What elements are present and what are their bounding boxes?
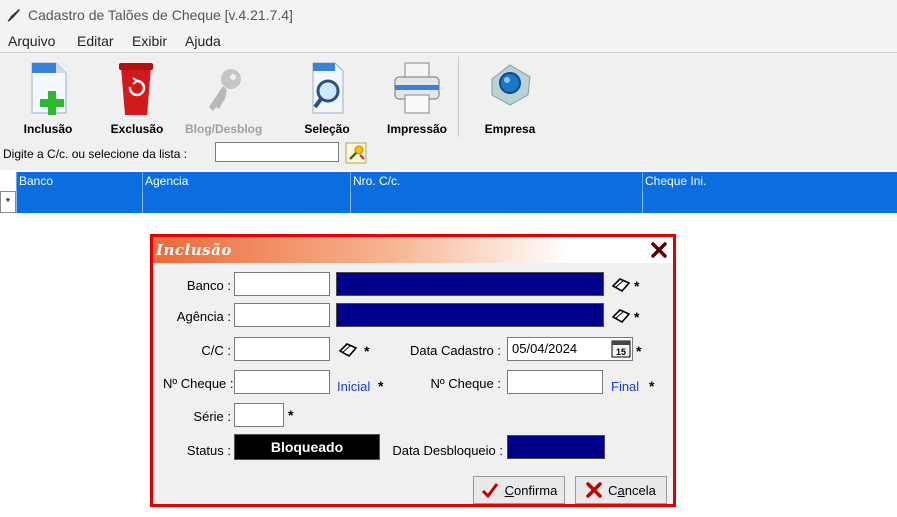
cell-cheque-ini[interactable] xyxy=(642,191,897,213)
cheque-ini-input[interactable] xyxy=(234,370,330,394)
close-icon[interactable] xyxy=(649,240,669,260)
cheque-ini-label: Nº Cheque : xyxy=(163,376,234,391)
search-label: Digite a C/c. ou selecione da lista : xyxy=(3,147,188,161)
col-agencia[interactable]: Agencia xyxy=(142,172,350,191)
cc-search-input[interactable] xyxy=(215,142,339,162)
toolbar: Inclusão Exclusão Blog/Desblog Seleção I… xyxy=(0,52,897,142)
search-document-icon xyxy=(312,62,344,114)
agencia-label: Agência : xyxy=(176,309,231,324)
cancela-button[interactable]: Cancela xyxy=(575,476,667,504)
menu-arquivo[interactable]: Arquivo xyxy=(8,33,55,49)
data-desbloqueio-label: Data Desbloqueio : xyxy=(392,443,503,458)
app-pen-icon xyxy=(7,9,20,22)
blog-desblog-label: Blog/Desblog xyxy=(185,122,263,136)
cancela-label-pre: C xyxy=(608,482,618,498)
cheque-fim-required-mark: * xyxy=(649,378,655,394)
data-desbloqueio-display xyxy=(507,435,605,459)
status-label: Status : xyxy=(186,443,231,458)
trash-icon xyxy=(119,63,153,115)
search-row: Digite a C/c. ou selecione da lista : xyxy=(0,140,897,170)
cell-agencia[interactable] xyxy=(142,191,350,213)
confirma-accelerator: C xyxy=(504,482,515,498)
title-bar: Cadastro de Talões de Cheque [v.4.21.7.4… xyxy=(0,0,897,30)
menu-bar: Arquivo Editar Exibir Ajuda xyxy=(0,30,897,52)
inicial-label: Inicial xyxy=(337,379,371,394)
col-cheque-ini[interactable]: Cheque Ini. xyxy=(642,172,897,191)
empresa-label: Empresa xyxy=(484,122,536,136)
serie-required-mark: * xyxy=(288,407,294,423)
menu-ajuda[interactable]: Ajuda xyxy=(185,33,221,49)
impressao-button[interactable]: Impressão xyxy=(379,57,455,137)
serie-input[interactable] xyxy=(234,403,284,427)
grid-header-indicator xyxy=(0,172,16,191)
cancela-label: Cancela xyxy=(608,483,656,498)
new-row-indicator: * xyxy=(0,191,16,213)
empresa-button[interactable]: Empresa xyxy=(472,57,548,137)
inclusao-dialog: Inclusão Banco : * Agência : * C/C : * D… xyxy=(150,234,676,507)
cancela-label-rest: ncela xyxy=(624,482,656,498)
agencia-required-mark: * xyxy=(634,309,640,325)
new-document-icon xyxy=(31,62,67,115)
blog-desblog-button: Blog/Desblog xyxy=(185,57,263,137)
inclusao-label: Inclusão xyxy=(23,122,73,136)
menu-exibir[interactable]: Exibir xyxy=(132,33,167,49)
exclusao-label: Exclusão xyxy=(110,122,164,136)
banco-name-display xyxy=(336,272,604,296)
impressao-label: Impressão xyxy=(386,122,448,136)
final-label: Final xyxy=(611,379,640,394)
lookup-banco-icon[interactable] xyxy=(611,277,631,293)
calendar-icon[interactable]: 15 xyxy=(611,340,631,358)
selecao-button[interactable]: Seleção xyxy=(289,57,365,137)
banco-code-input[interactable] xyxy=(234,272,330,296)
inclusao-button[interactable]: Inclusão xyxy=(10,57,86,137)
banco-label: Banco : xyxy=(186,278,231,293)
dialog-title-bar: Inclusão xyxy=(153,237,673,263)
cell-banco[interactable] xyxy=(16,191,142,213)
company-icon xyxy=(491,64,531,106)
confirma-label: Confirma xyxy=(505,483,558,498)
toolbar-separator xyxy=(458,57,459,137)
banco-required-mark: * xyxy=(634,278,640,294)
window-title: Cadastro de Talões de Cheque [v.4.21.7.4… xyxy=(28,7,293,23)
x-icon xyxy=(586,482,602,498)
key-icon xyxy=(209,69,241,111)
confirma-label-rest: onfirma xyxy=(514,482,558,498)
cc-input[interactable] xyxy=(234,337,330,361)
check-icon xyxy=(481,483,498,498)
cheque-fim-label: Nº Cheque : xyxy=(430,376,501,391)
table-row[interactable] xyxy=(16,191,897,213)
cheque-fim-input[interactable] xyxy=(507,370,603,394)
col-nro-cc[interactable]: Nro. C/c. xyxy=(350,172,642,191)
dialog-title: Inclusão xyxy=(156,241,232,259)
agencia-code-input[interactable] xyxy=(234,303,330,327)
printer-icon xyxy=(394,62,440,114)
grid-header: Banco Agencia Nro. C/c. Cheque Ini. xyxy=(16,172,897,191)
cheque-ini-required-mark: * xyxy=(378,378,384,394)
cc-label: C/C : xyxy=(201,343,231,358)
selecao-label: Seleção xyxy=(304,122,350,136)
col-banco[interactable]: Banco xyxy=(16,172,142,191)
agencia-name-display xyxy=(336,303,604,327)
cc-required-mark: * xyxy=(364,343,370,359)
data-cadastro-label: Data Cadastro : xyxy=(409,343,501,358)
serie-label: Série : xyxy=(193,409,231,424)
calendar-day: 15 xyxy=(616,347,626,357)
data-cadastro-required-mark: * xyxy=(636,343,642,359)
filter-go-icon[interactable] xyxy=(345,142,367,164)
lookup-cc-icon[interactable] xyxy=(338,342,358,358)
cancela-accelerator: a xyxy=(617,482,625,498)
cell-nro-cc[interactable] xyxy=(350,191,642,213)
lookup-agencia-icon[interactable] xyxy=(611,308,631,324)
menu-editar[interactable]: Editar xyxy=(77,33,114,49)
confirma-button[interactable]: Confirma xyxy=(473,476,565,504)
status-badge: Bloqueado xyxy=(234,434,380,460)
exclusao-button[interactable]: Exclusão xyxy=(99,57,175,137)
